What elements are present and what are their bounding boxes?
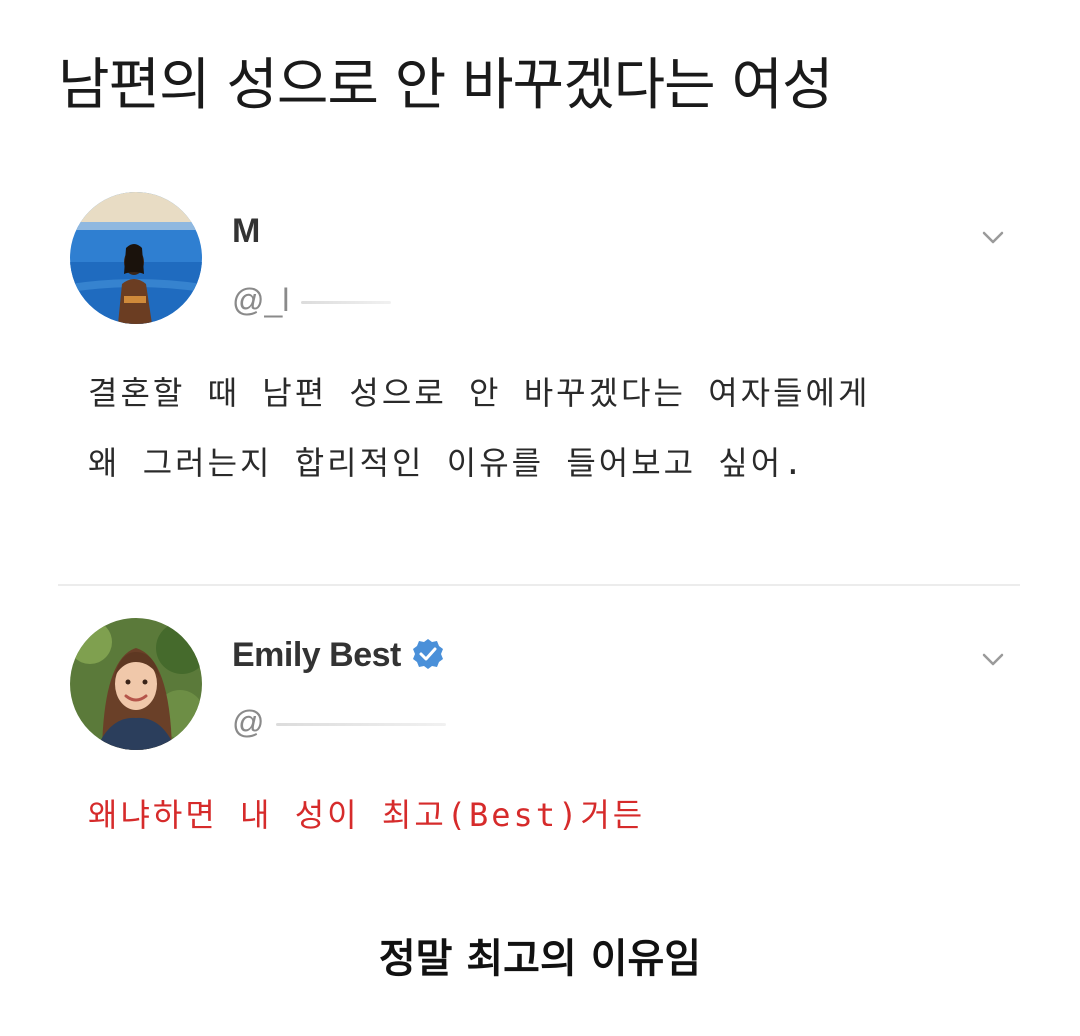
avatar-photo xyxy=(70,618,202,750)
handle-text: @ xyxy=(232,704,265,740)
verified-badge-icon xyxy=(412,639,443,670)
tweet-text-line: 왜 그러는지 합리적인 이유를 들어보고 싶어. xyxy=(88,444,806,482)
tweet-text: 결혼할 때 남편 성으로 안 바꾸겠다는 여자들에게 왜 그러는지 합리적인 이… xyxy=(88,358,870,498)
chevron-down-icon[interactable] xyxy=(978,222,1008,252)
redacted-handle xyxy=(276,723,447,727)
redacted-handle xyxy=(301,301,392,305)
display-name[interactable]: Emily Best xyxy=(232,636,445,675)
tweet-card[interactable]: M @_l 결혼할 때 남편 성으로 안 바꾸겠다는 여자들에게 왜 그러는지 … xyxy=(58,186,1028,582)
display-name-text: Emily Best xyxy=(232,636,401,674)
tweet-text: 왜냐하면 내 성이 최고(Best)거든 xyxy=(88,780,645,850)
caption: 정말 최고의 이유임 xyxy=(378,936,702,982)
tweet-text-line: 결혼할 때 남편 성으로 안 바꾸겠다는 여자들에게 xyxy=(88,374,871,412)
divider xyxy=(58,584,1020,586)
display-name[interactable]: M xyxy=(232,212,260,251)
page-title: 남편의 성으로 안 바꾸겠다는 여성 xyxy=(58,53,833,118)
handle[interactable]: @_l xyxy=(232,282,392,319)
tweet-card[interactable]: Emily Best @ 왜냐하면 내 성이 최고(Best)거든 xyxy=(58,600,1028,860)
display-name-text: M xyxy=(232,212,261,250)
avatar[interactable] xyxy=(70,192,202,324)
handle-text: @_l xyxy=(232,282,290,318)
chevron-down-icon[interactable] xyxy=(978,644,1008,674)
avatar[interactable] xyxy=(70,618,202,750)
handle[interactable]: @ xyxy=(232,704,447,741)
tweet-text-line: 왜냐하면 내 성이 최고(Best)거든 xyxy=(88,796,646,834)
avatar-photo xyxy=(70,192,202,324)
